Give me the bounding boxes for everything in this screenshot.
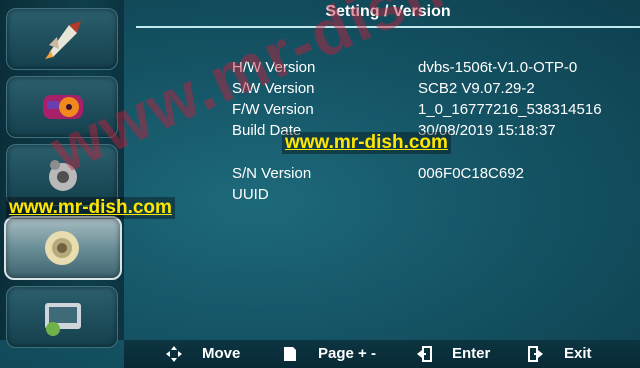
settings-version-screen: Setting / Version H/W Version dvbs-1506t… <box>0 0 640 368</box>
help-exit: Exit <box>528 345 592 362</box>
menu-item-tools[interactable] <box>6 286 118 348</box>
help-exit-label: Exit <box>564 345 592 362</box>
help-page: Page + - <box>282 345 376 362</box>
page-icon <box>284 346 296 361</box>
help-enter: Enter <box>416 345 490 362</box>
help-enter-label: Enter <box>452 345 491 362</box>
rocket-icon <box>45 21 81 59</box>
menu-item-installation[interactable] <box>6 8 118 70</box>
enter-icon <box>417 345 432 362</box>
uuid-label: UUID <box>232 186 269 203</box>
help-move: Move <box>166 345 240 362</box>
hw-version-value: dvbs-1506t-V1.0-OTP-0 <box>418 59 578 76</box>
help-bar: Move Page + - Enter Exit <box>124 340 640 368</box>
sn-version-value: 006F0C18C692 <box>418 165 524 182</box>
exit-icon <box>528 345 543 362</box>
move-arrows-icon <box>166 345 182 362</box>
help-move-label: Move <box>202 345 241 362</box>
watermark-center: www.mr-dish.com <box>282 132 451 154</box>
sw-version-value: SCB2 V9.07.29-2 <box>418 80 535 97</box>
fw-version-value: 1_0_16777216_538314516 <box>418 101 602 118</box>
menu-item-setting[interactable] <box>4 216 122 280</box>
tools-icon <box>45 303 81 336</box>
sn-version-label: S/N Version <box>232 165 312 182</box>
watermark-left: www.mr-dish.com <box>6 197 175 219</box>
help-page-label: Page + - <box>318 345 376 362</box>
gear-icon <box>45 231 79 265</box>
